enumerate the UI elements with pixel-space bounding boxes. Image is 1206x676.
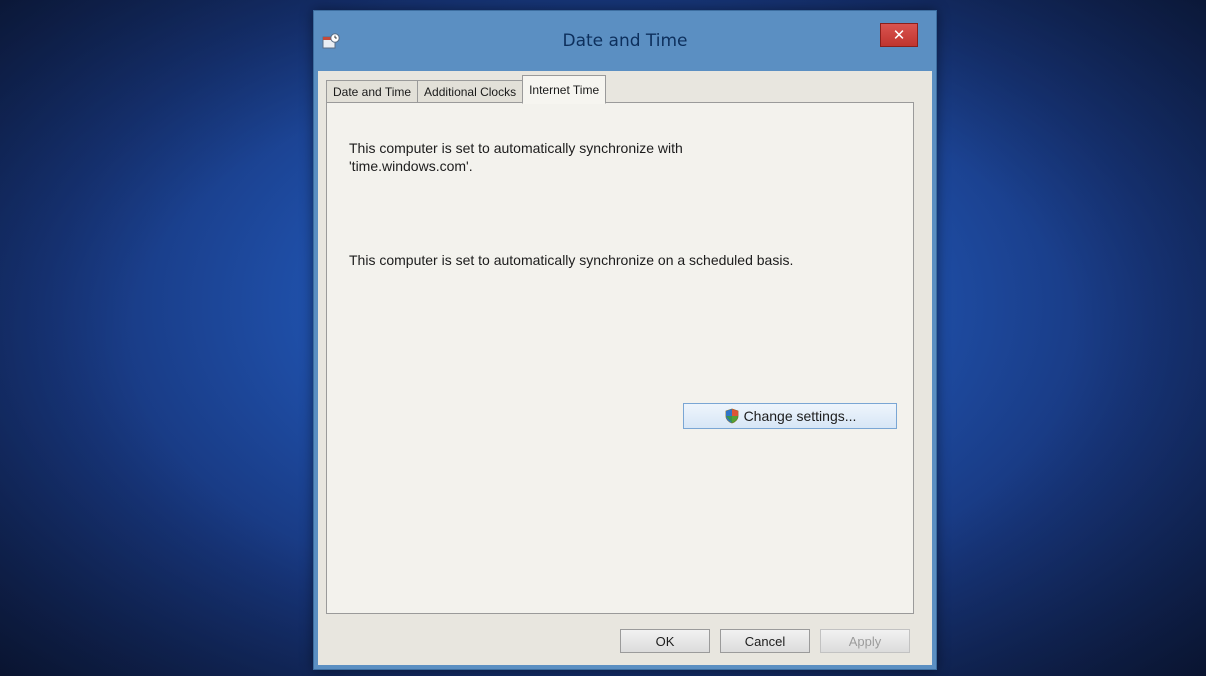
- cancel-button[interactable]: Cancel: [720, 629, 810, 653]
- tab-additional-clocks[interactable]: Additional Clocks: [417, 80, 524, 103]
- close-icon: ✕: [892, 26, 906, 44]
- dialog-button-row: OK Cancel Apply: [620, 629, 910, 653]
- sync-schedule-message: This computer is set to automatically sy…: [349, 252, 794, 268]
- uac-shield-icon: [724, 408, 740, 424]
- close-button[interactable]: ✕: [880, 23, 918, 47]
- internet-time-panel: This computer is set to automatically sy…: [326, 102, 914, 614]
- tab-internet-time[interactable]: Internet Time: [522, 75, 607, 104]
- change-settings-label: Change settings...: [743, 408, 857, 424]
- tab-date-and-time[interactable]: Date and Time: [326, 80, 419, 103]
- ok-button[interactable]: OK: [620, 629, 710, 653]
- window-title: Date and Time: [562, 31, 688, 51]
- change-settings-button[interactable]: Change settings...: [683, 403, 897, 429]
- date-time-dialog: Date and Time ✕ Date and Time Additional…: [313, 10, 937, 670]
- apply-button[interactable]: Apply: [820, 629, 910, 653]
- tab-strip: Date and Time Additional Clocks Internet…: [326, 75, 607, 104]
- sync-server-message: This computer is set to automatically sy…: [349, 140, 683, 174]
- title-bar[interactable]: Date and Time ✕: [314, 11, 936, 63]
- dialog-client-area: Date and Time Additional Clocks Internet…: [318, 71, 932, 665]
